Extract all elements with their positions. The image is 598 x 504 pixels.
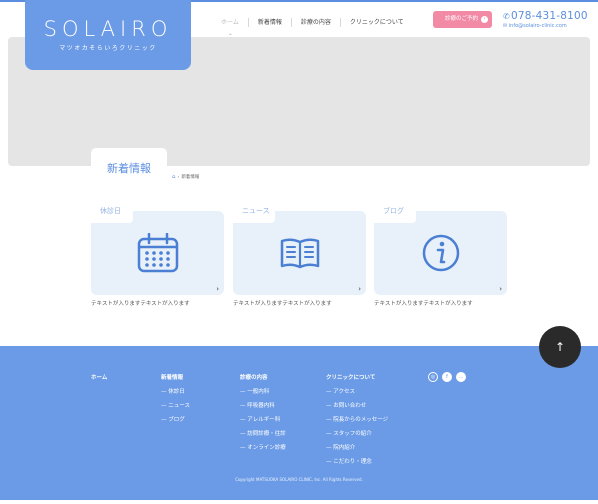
nav-item-label: クリニックについて xyxy=(349,18,404,26)
instagram-icon[interactable]: ◎ xyxy=(428,372,438,382)
breadcrumb-current: 新着情報 xyxy=(181,175,200,180)
footer-sublink[interactable]: アレルギー科 xyxy=(240,415,286,423)
card-box[interactable]: › xyxy=(91,211,224,295)
footer-sublink[interactable]: こだわり・理念 xyxy=(326,457,388,465)
footer-col-news: 新着情報 休診日 ニュース ブログ xyxy=(161,373,190,429)
footer-col-services: 診療の内容 一般内科 呼吸器内科 アレルギー科 訪問診療・往診 オンライン診療 xyxy=(240,373,286,457)
site-logo[interactable]: SOLAIRO マツオカそらいろクリニック xyxy=(25,0,191,70)
line-icon[interactable]: … xyxy=(456,372,466,382)
breadcrumb-separator: › xyxy=(177,174,180,180)
card-text: テキストが入りますテキストが入ります xyxy=(233,301,332,307)
social-links: ◎ f … xyxy=(428,372,466,382)
mail-icon: ✉ xyxy=(503,23,508,29)
reserve-button[interactable]: 診療のご予約 › xyxy=(433,11,492,28)
nav-item-services[interactable]: 診療の内容 xyxy=(290,17,340,27)
footer-link-home[interactable]: ホーム xyxy=(91,373,107,381)
footer-col-home: ホーム xyxy=(91,373,107,387)
nav-item-about[interactable]: クリニックについて xyxy=(339,17,413,27)
reserve-button-label: 診療のご予約 xyxy=(445,16,479,22)
footer-col-about: クリニックについて アクセス お問い合わせ 院長からのメッセージ スタッフの紹介… xyxy=(326,373,388,471)
facebook-icon[interactable]: f xyxy=(442,372,452,382)
back-to-top-button[interactable]: ↑ xyxy=(539,326,581,368)
calendar-icon xyxy=(137,233,179,273)
footer: ホーム 新着情報 休診日 ニュース ブログ 診療の内容 一般内科 呼吸器内科 ア… xyxy=(0,346,598,500)
copyright: Copyright MATSUOKA SOLAIRO CLINIC, Inc. … xyxy=(235,477,363,482)
page: SOLAIRO マツオカそらいろクリニック ホーム ⌄ 新着情報 診療の内容 ク… xyxy=(0,0,598,504)
card-label: ブログ xyxy=(383,207,404,215)
card-label: ニュース xyxy=(242,207,270,215)
footer-link-services[interactable]: 診療の内容 xyxy=(240,373,286,381)
footer-sublink[interactable]: 休診日 xyxy=(161,387,190,395)
footer-sublink[interactable]: オンライン診療 xyxy=(240,443,286,451)
nav-item-label: 新着情報 xyxy=(257,18,282,26)
chevron-right-icon: › xyxy=(358,285,361,293)
card-box[interactable]: › xyxy=(233,211,366,295)
phone-number[interactable]: ✆078-431-8100 xyxy=(503,10,588,22)
footer-sublink[interactable]: 一般内科 xyxy=(240,387,286,395)
book-icon xyxy=(280,238,320,269)
footer-link-about[interactable]: クリニックについて xyxy=(326,373,388,381)
logo-wordmark: SOLAIRO xyxy=(43,17,173,41)
card-text: テキストが入りますテキストが入ります xyxy=(374,301,473,307)
footer-sublink[interactable]: ブログ xyxy=(161,415,190,423)
footer-sublink[interactable]: 呼吸器内科 xyxy=(240,401,286,409)
footer-sublink[interactable]: お問い合わせ xyxy=(326,401,388,409)
logo-subtitle: マツオカそらいろクリニック xyxy=(59,45,157,52)
footer-sublink[interactable]: 院長からのメッセージ xyxy=(326,415,388,423)
nav-item-home[interactable]: ホーム ⌄ xyxy=(212,18,248,37)
arrow-up-icon: ↑ xyxy=(554,340,566,354)
nav-item-label: ホーム xyxy=(221,18,239,26)
page-title-tab: 新着情報 xyxy=(91,148,167,184)
chevron-right-icon: › xyxy=(216,285,219,293)
email-link[interactable]: ✉ info@solairo-clinic.com xyxy=(503,23,567,29)
card-box[interactable]: › xyxy=(374,211,507,295)
email-text: info@solairo-clinic.com xyxy=(508,23,567,29)
footer-sublink[interactable]: スタッフの紹介 xyxy=(326,429,388,437)
card-text: テキストが入りますテキストが入ります xyxy=(91,301,190,307)
arrow-right-icon: › xyxy=(481,16,488,23)
footer-sublink[interactable]: アクセス xyxy=(326,387,388,395)
home-icon[interactable]: ⌂ xyxy=(172,174,176,180)
info-icon xyxy=(422,234,460,272)
chevron-right-icon: › xyxy=(499,285,502,293)
page-title: 新着情報 xyxy=(107,162,151,175)
footer-sublink[interactable]: ニュース xyxy=(161,401,190,409)
nav-item-news[interactable]: 新着情報 xyxy=(247,17,291,27)
card-label-tab: 休診日 xyxy=(91,201,133,223)
phone-icon: ✆ xyxy=(503,12,510,21)
nav-item-label: 診療の内容 xyxy=(300,18,331,26)
breadcrumb: ⌂ › 新着情報 xyxy=(172,174,199,180)
card-label-tab: ニュース xyxy=(233,201,275,223)
footer-sublink[interactable]: 訪問診療・往診 xyxy=(240,429,286,437)
card-label-tab: ブログ xyxy=(374,201,416,223)
phone-text: 078-431-8100 xyxy=(511,10,588,22)
footer-link-news[interactable]: 新着情報 xyxy=(161,373,190,381)
card-label: 休診日 xyxy=(100,207,121,215)
main-nav: ホーム ⌄ 新着情報 診療の内容 クリニックについて xyxy=(212,15,413,37)
footer-sublink[interactable]: 院内紹介 xyxy=(326,443,388,451)
